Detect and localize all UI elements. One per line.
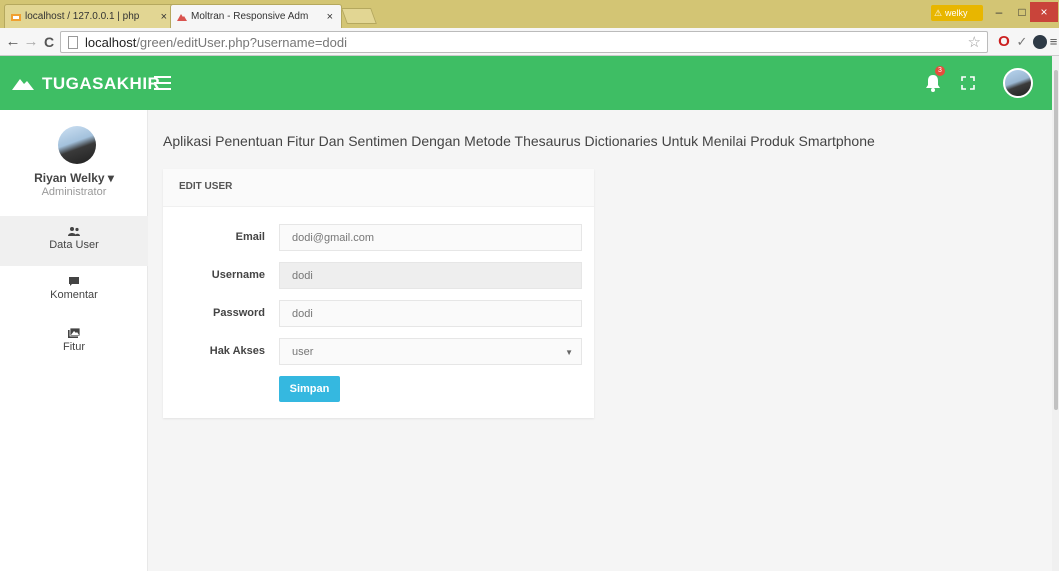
password-field[interactable] [279,300,582,327]
sidebar-item-label: Fitur [63,341,85,353]
hamburger-menu-icon[interactable] [154,76,171,90]
sidebar: Riyan Welky ▾ Administrator Data User Ko… [0,110,148,571]
username-field[interactable] [279,262,582,289]
new-tab-button[interactable] [341,8,377,24]
menu-icon[interactable]: ≡ [1048,34,1059,50]
app-header: TUGASAKHIR 3 [0,56,1059,110]
password-row: Password [163,300,594,327]
browser-tab-moltran[interactable]: Moltran - Responsive Adm × [170,4,342,28]
mountain-icon [177,14,187,21]
tab-close-icon[interactable]: × [161,5,167,28]
panel-title: EDIT USER [163,169,594,207]
sidebar-item-label: Komentar [50,289,98,301]
email-label: Email [235,231,265,243]
back-icon[interactable]: ← [4,32,22,52]
edit-user-panel: EDIT USER Email Username Password Hak Ak… [163,169,594,418]
users-icon [68,227,80,236]
scrollbar-thumb[interactable] [1054,70,1058,410]
sidebar-avatar [58,126,96,164]
close-window-button[interactable]: × [1030,2,1058,22]
sidebar-item-label: Data User [49,239,99,251]
sidebar-item-komentar[interactable]: Komentar [0,266,148,316]
mountain-logo-icon [12,78,34,90]
browser-tab-bar: localhost / 127.0.0.1 | php × Moltran - … [0,0,1059,28]
opera-icon[interactable]: O [996,34,1012,50]
comment-icon [69,277,79,286]
username-label: Username [211,269,265,281]
hak-akses-row: Hak Akses user ▼ [163,338,594,365]
address-bar[interactable]: localhost/green/editUser.php?username=do… [60,31,988,53]
brand[interactable]: TUGASAKHIR [12,74,160,94]
avatar[interactable] [1003,68,1033,98]
browser-tab-phpmyadmin[interactable]: localhost / 127.0.0.1 | php × [4,4,176,28]
images-icon [68,328,80,338]
email-row: Email [163,224,594,251]
tab-title: localhost / 127.0.0.1 | php [25,11,140,22]
hak-akses-label: Hak Akses [209,345,265,357]
sidebar-item-fitur[interactable]: Fitur [0,318,148,368]
save-button[interactable]: Simpan [279,376,340,402]
page-title: Aplikasi Penentuan Fitur Dan Sentimen De… [163,133,875,149]
brand-name: TUGASAKHIR [42,74,161,93]
password-label: Password [213,307,265,319]
url-host: localhost [85,35,137,50]
hak-akses-select[interactable]: user ▼ [279,338,582,365]
user-name: Riyan Welky [34,171,105,185]
profile-chip[interactable]: welky [931,5,983,21]
star-icon[interactable]: ☆ [968,33,981,51]
user-name-dropdown[interactable]: Riyan Welky ▾ [0,171,148,185]
email-field[interactable] [279,224,582,251]
check-icon[interactable]: ✓ [1016,34,1028,50]
user-role: Administrator [41,186,107,198]
reload-icon[interactable]: C [40,32,58,52]
notification-badge: 3 [935,66,945,76]
fullscreen-icon[interactable] [961,76,975,90]
url-path: /green/editUser.php?username=dodi [136,35,347,50]
url-text: localhost/green/editUser.php?username=do… [85,34,347,51]
forward-icon[interactable]: → [22,32,40,52]
extension-icon[interactable] [1033,35,1047,49]
hak-akses-value: user [292,346,314,358]
username-row: Username [163,262,594,289]
tab-close-icon[interactable]: × [327,5,333,28]
sidebar-item-data-user[interactable]: Data User [0,216,148,266]
bell-icon[interactable] [925,74,941,92]
page-icon [68,36,78,49]
chevron-down-icon: ▼ [565,348,573,357]
chevron-down-icon: ▾ [107,171,114,185]
phpmyadmin-icon [11,14,21,21]
tab-title: Moltran - Responsive Adm [191,11,309,22]
browser-toolbar: ← → C localhost/green/editUser.php?usern… [0,28,1059,56]
